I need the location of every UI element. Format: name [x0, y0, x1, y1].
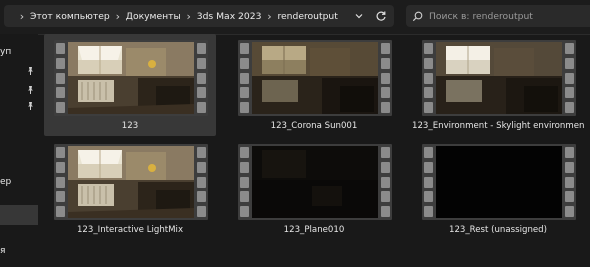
file-tile[interactable]: 123_Rest (unassigned): [412, 138, 584, 240]
video-thumbnail: [422, 144, 576, 220]
video-thumbnail: [238, 40, 392, 116]
video-thumbnail: [54, 40, 208, 116]
file-view: 123 123_Corona Sun001 123_Environment - …: [38, 34, 590, 267]
sidebar-item-label: ер: [0, 177, 12, 187]
sidebar-item-label: уп: [0, 47, 12, 57]
chevron-right-icon[interactable]: ›: [110, 11, 126, 22]
refresh-button[interactable]: [371, 6, 391, 26]
search-box[interactable]: Поиск в: renderoutput: [406, 5, 590, 27]
file-name: 123_Interactive LightMix: [76, 225, 184, 235]
breadcrumb-renderoutput[interactable]: renderoutput: [277, 11, 337, 22]
kitchen-render-image: [252, 42, 378, 114]
sidebar-item-network[interactable]: я: [0, 241, 38, 261]
breadcrumb-3dsmax[interactable]: 3ds Max 2023: [197, 11, 262, 22]
navigation-pane: уп ер я: [0, 34, 38, 267]
kitchen-render-image: [68, 42, 194, 114]
file-name: 123: [121, 121, 139, 131]
video-thumbnail: [54, 144, 208, 220]
file-name: 123_Corona Sun001: [270, 121, 358, 131]
kitchen-render-image: [436, 42, 562, 114]
chevron-right-icon: ›: [19, 9, 25, 23]
file-name: 123_Rest (unassigned): [448, 225, 547, 235]
video-thumbnail: [422, 40, 576, 116]
sidebar-item-pinned-1[interactable]: [0, 62, 38, 82]
pin-icon: [28, 86, 33, 94]
file-tile[interactable]: 123_Corona Sun001: [228, 34, 400, 136]
sidebar-item-selected[interactable]: [0, 205, 38, 225]
sidebar-item-group[interactable]: уп: [0, 42, 38, 62]
chevron-down-icon: [355, 14, 363, 19]
dark-render-image: [252, 146, 378, 218]
breadcrumb-this-pc[interactable]: Этот компьютер: [30, 11, 110, 22]
file-tile[interactable]: 123: [44, 34, 216, 136]
toolbar: › Этот компьютер › Документы › 3ds Max 2…: [0, 0, 590, 35]
sidebar-item-pinned-3[interactable]: [0, 97, 38, 117]
chevron-right-icon[interactable]: ›: [181, 11, 197, 22]
video-thumbnail: [238, 144, 392, 220]
search-icon: [412, 11, 423, 21]
file-tile[interactable]: 123_Interactive LightMix: [44, 138, 216, 240]
file-tile[interactable]: 123_Environment - Skylight environment: [412, 34, 584, 136]
history-dropdown-button[interactable]: [349, 6, 369, 26]
black-render-image: [436, 146, 562, 218]
kitchen-render-image: [68, 146, 194, 218]
breadcrumb-documents[interactable]: Документы: [126, 11, 181, 22]
address-bar[interactable]: › Этот компьютер › Документы › 3ds Max 2…: [4, 5, 394, 27]
file-name: 123_Plane010: [283, 225, 345, 235]
file-tile[interactable]: 123_Plane010: [228, 138, 400, 240]
sidebar-item-label: я: [0, 246, 6, 256]
refresh-icon: [376, 11, 386, 21]
pin-icon: [28, 67, 33, 75]
pin-icon: [28, 102, 33, 110]
chevron-right-icon[interactable]: ›: [261, 11, 277, 22]
search-placeholder: Поиск в: renderoutput: [429, 10, 533, 22]
file-name: 123_Environment - Skylight environment: [412, 121, 584, 131]
sidebar-item-computer[interactable]: ер: [0, 172, 38, 192]
